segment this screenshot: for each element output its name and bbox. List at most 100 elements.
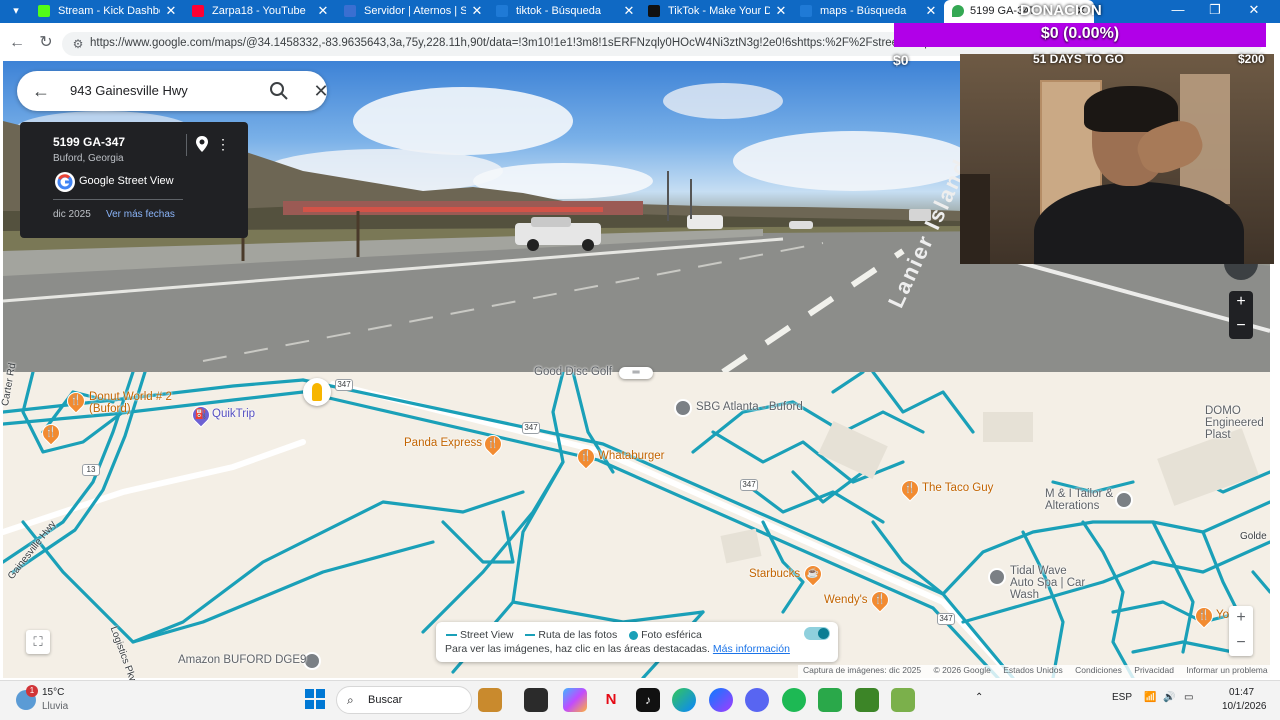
privacy-link[interactable]: Privacidad bbox=[1134, 665, 1174, 675]
weather-temperature[interactable]: 15°C bbox=[42, 687, 64, 698]
edge-icon[interactable] bbox=[672, 688, 696, 712]
maps-search-box: ← 943 Gainesville Hwy ✕ bbox=[17, 71, 329, 111]
clock-time[interactable]: 01:47 bbox=[1229, 687, 1254, 698]
minecraft-block-icon[interactable] bbox=[891, 688, 915, 712]
maximize-button[interactable]: ❐ bbox=[1197, 0, 1233, 22]
fullscreen-icon[interactable]: ⛶ bbox=[26, 630, 50, 654]
poi-label: DOMO Engineered Plast bbox=[1205, 405, 1264, 441]
close-window-button[interactable]: ✕ bbox=[1236, 0, 1272, 22]
aternos-icon bbox=[344, 5, 356, 17]
route-shield: 347 bbox=[740, 479, 758, 491]
app-icon[interactable] bbox=[818, 688, 842, 712]
zoom-out-button[interactable]: − bbox=[1229, 631, 1253, 656]
taskbar-search[interactable]: ⌕ Buscar bbox=[336, 686, 472, 714]
wifi-icon[interactable]: 📶 bbox=[1144, 692, 1156, 703]
notification-badge: 1 bbox=[26, 685, 38, 697]
fork-knife-icon: 🍴 bbox=[486, 438, 500, 449]
street-view-layer-toggle[interactable] bbox=[804, 627, 830, 640]
close-icon[interactable]: ✕ bbox=[622, 0, 636, 22]
tiktok-icon bbox=[648, 5, 660, 17]
tab-label: maps - Búsqueda bbox=[820, 5, 907, 17]
shopping-icon: ⛽ bbox=[194, 409, 208, 420]
netflix-icon[interactable]: N bbox=[599, 688, 623, 712]
donation-goal-days: 51 DAYS TO GO bbox=[1033, 52, 1124, 66]
tab-tiktok[interactable]: TikTok - Make Your Day ✕ bbox=[648, 0, 788, 23]
route-shield: 347 bbox=[937, 613, 955, 625]
weather-description[interactable]: Lluvia bbox=[42, 701, 68, 712]
messenger-icon[interactable] bbox=[709, 688, 733, 712]
search-icon[interactable] bbox=[267, 79, 291, 103]
capture-date: dic 2025 bbox=[53, 209, 91, 220]
spotify-icon[interactable] bbox=[782, 688, 806, 712]
fork-knife-icon: 🍴 bbox=[69, 395, 83, 406]
tab-maps-search[interactable]: maps - Búsqueda ✕ bbox=[800, 0, 938, 23]
close-icon[interactable]: ✕ bbox=[309, 79, 333, 103]
tab-kick[interactable]: Stream - Kick Dashboard ✕ bbox=[38, 0, 178, 23]
pegman-icon[interactable] bbox=[303, 378, 331, 406]
legend-street-view: Street View bbox=[460, 629, 514, 641]
file-explorer-icon[interactable] bbox=[478, 688, 502, 712]
poi-label: Tidal Wave Auto Spa | Car Wash bbox=[1010, 565, 1086, 601]
fork-knife-icon: 🍴 bbox=[1197, 610, 1211, 621]
reload-icon[interactable]: ↻ bbox=[35, 32, 57, 54]
search-input[interactable]: 943 Gainesville Hwy bbox=[70, 83, 188, 98]
poi-label: Panda Express bbox=[404, 437, 482, 449]
google-logo-icon bbox=[55, 172, 75, 192]
fork-knife-icon: 🍴 bbox=[44, 427, 58, 438]
close-icon[interactable]: ✕ bbox=[316, 0, 330, 22]
back-arrow-icon[interactable]: ← bbox=[6, 32, 28, 54]
poi-label: Amazon BUFORD DGE9 bbox=[178, 654, 307, 666]
place-marker-icon bbox=[988, 568, 1006, 586]
minimize-button[interactable]: — bbox=[1160, 0, 1196, 22]
map-pin-icon[interactable] bbox=[194, 135, 210, 153]
close-icon[interactable]: ✕ bbox=[470, 0, 484, 22]
solid-line-icon bbox=[446, 634, 457, 637]
donation-goal-title: DONACION bbox=[1020, 2, 1102, 19]
more-info-link[interactable]: Más información bbox=[713, 643, 790, 655]
windows-start-icon[interactable] bbox=[305, 689, 325, 709]
back-arrow-icon[interactable]: ← bbox=[29, 79, 53, 103]
more-dates-link[interactable]: Ver más fechas bbox=[106, 209, 175, 220]
tab-actions-button[interactable]: ▾ bbox=[4, 2, 28, 20]
clock-date[interactable]: 10/1/2026 bbox=[1222, 701, 1267, 712]
poi-label: Donut World # 2 (Buford) bbox=[89, 391, 172, 415]
country-link[interactable]: Estados Unidos bbox=[1003, 665, 1063, 675]
discord-icon[interactable] bbox=[745, 688, 769, 712]
report-link[interactable]: Informar un problema bbox=[1186, 665, 1267, 675]
road-label: Golde bbox=[1240, 531, 1267, 542]
close-icon[interactable]: ✕ bbox=[774, 0, 788, 22]
more-options-icon[interactable]: ⋮ bbox=[216, 134, 230, 154]
tab-label: tiktok - Búsqueda bbox=[516, 5, 601, 17]
files-icon[interactable] bbox=[524, 688, 548, 712]
webcam-overlay bbox=[960, 54, 1274, 264]
copilot-icon[interactable] bbox=[563, 688, 587, 712]
spherical-photo-icon bbox=[629, 630, 639, 640]
battery-icon[interactable]: ▭ bbox=[1184, 692, 1193, 703]
tiktok-icon[interactable]: ♪ bbox=[636, 688, 660, 712]
tab-tiktok-search[interactable]: tiktok - Búsqueda ✕ bbox=[496, 0, 636, 23]
poi-label: Whataburger bbox=[598, 450, 665, 462]
dashed-line-icon bbox=[525, 634, 536, 637]
bing-icon bbox=[496, 5, 508, 17]
poi-label: QuikTrip bbox=[212, 408, 256, 420]
youtube-icon bbox=[192, 5, 204, 17]
volume-icon[interactable]: 🔊 bbox=[1163, 692, 1175, 703]
minecraft-icon[interactable] bbox=[855, 688, 879, 712]
split-drag-handle[interactable]: ═ bbox=[619, 367, 653, 379]
close-icon[interactable]: ✕ bbox=[164, 0, 178, 22]
zoom-in-button[interactable]: + bbox=[1229, 606, 1253, 631]
fork-knife-icon: 🍴 bbox=[579, 451, 593, 462]
chevron-up-icon[interactable]: ⌃ bbox=[975, 692, 983, 703]
tab-youtube[interactable]: Zarpa18 - YouTube ✕ bbox=[192, 0, 330, 23]
tab-aternos[interactable]: Servidor | Aternos | Servidores ✕ bbox=[344, 0, 484, 23]
route-shield: 347 bbox=[522, 422, 540, 434]
bing-icon bbox=[800, 5, 812, 17]
provider-label: Google Street View bbox=[79, 175, 174, 187]
maps-icon bbox=[952, 5, 964, 17]
zoom-out-button[interactable]: − bbox=[1229, 315, 1253, 339]
language-indicator[interactable]: ESP bbox=[1112, 692, 1132, 703]
site-info-icon[interactable]: ⚙ bbox=[70, 36, 86, 52]
zoom-in-button[interactable]: + bbox=[1229, 291, 1253, 315]
terms-link[interactable]: Condiciones bbox=[1075, 665, 1122, 675]
close-icon[interactable]: ✕ bbox=[924, 0, 938, 22]
